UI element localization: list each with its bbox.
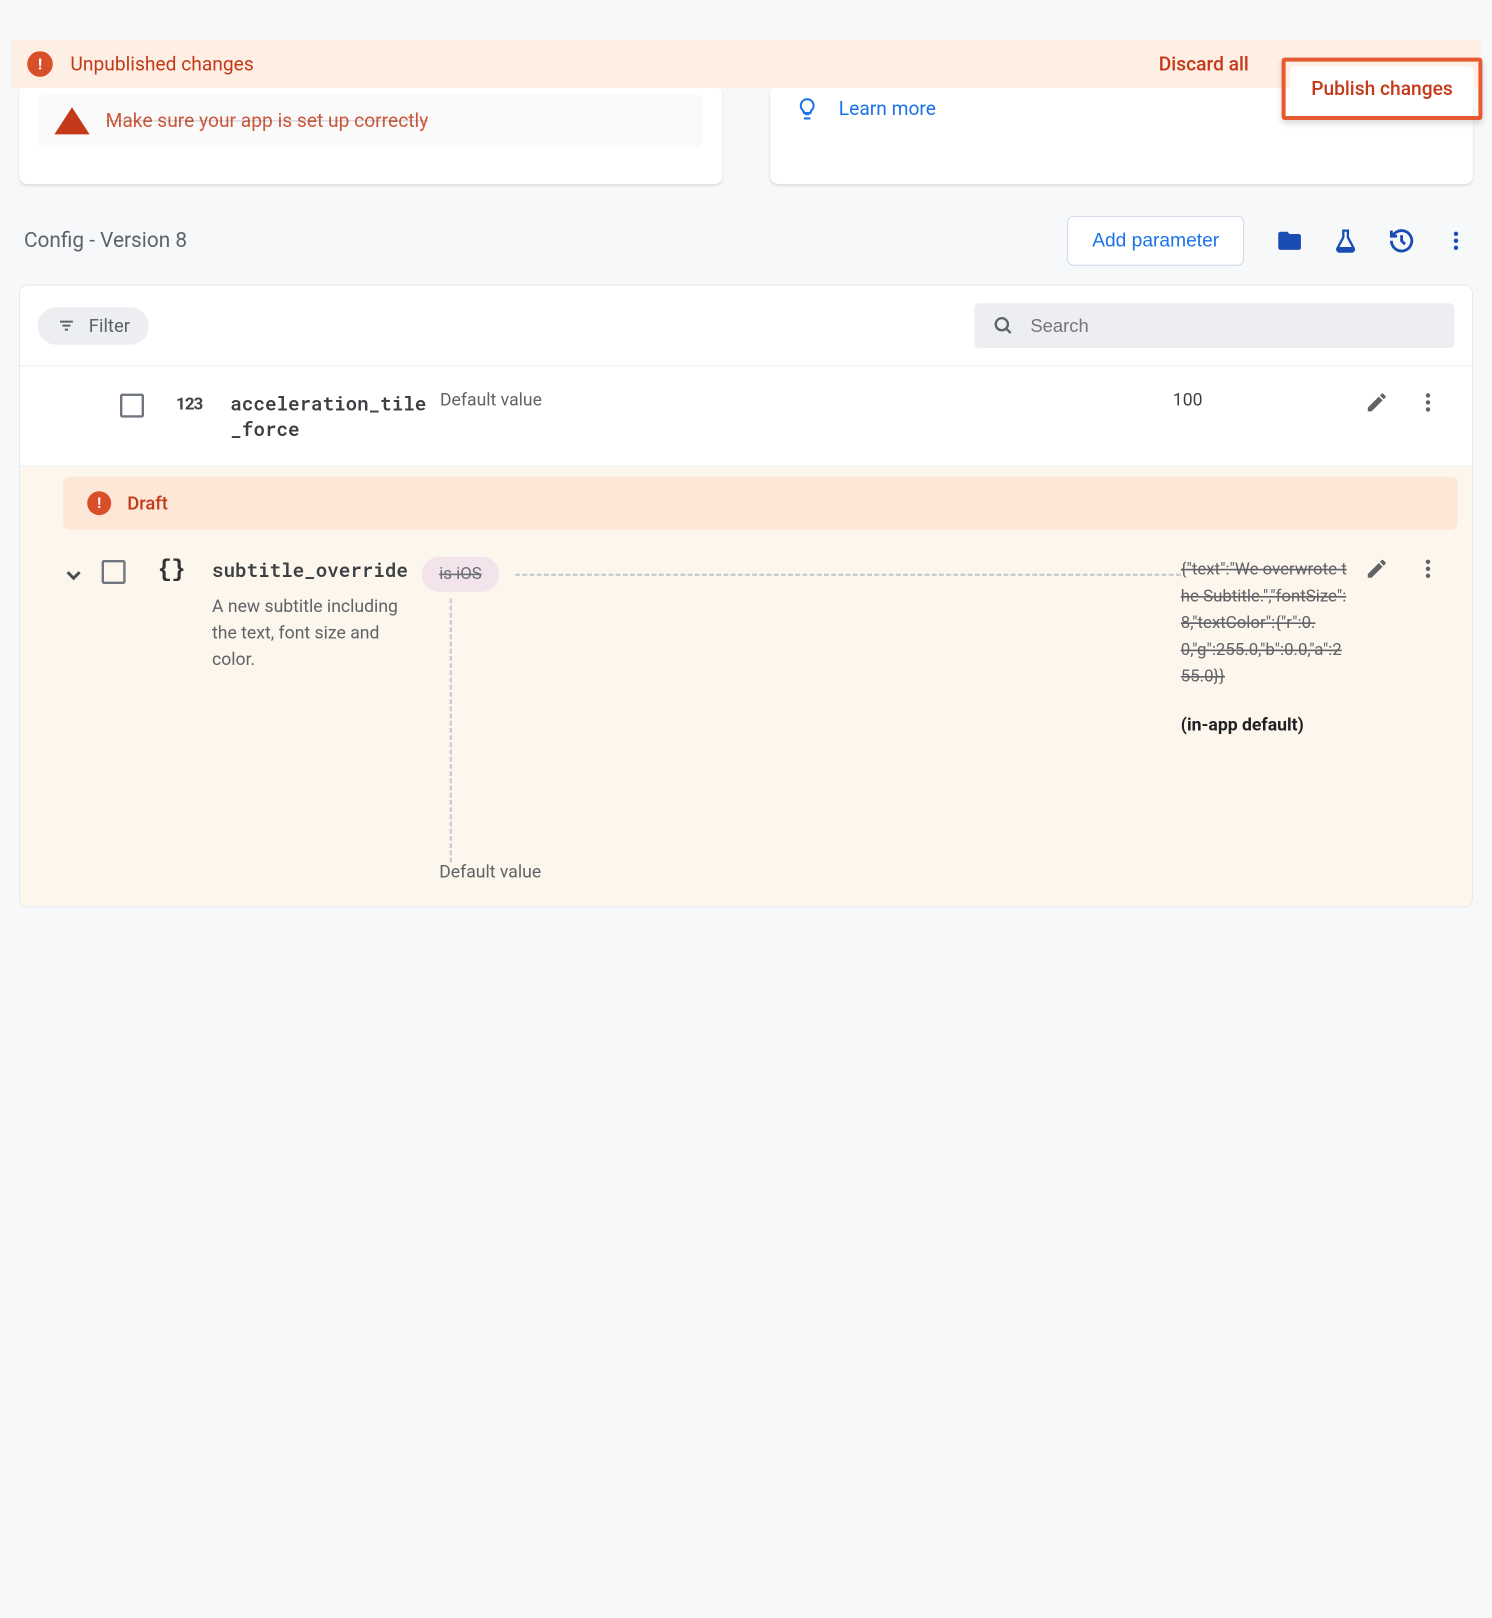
filter-label: Filter: [89, 315, 130, 337]
parameter-name: acceleration_tile_force: [230, 390, 430, 441]
search-input[interactable]: [1030, 315, 1436, 337]
chevron-down-icon[interactable]: [62, 563, 86, 587]
checkbox[interactable]: [102, 560, 126, 584]
default-value-label: Default value: [439, 862, 541, 882]
search-icon: [992, 314, 1014, 336]
filter-button[interactable]: Filter: [38, 307, 150, 345]
alert-icon: !: [87, 491, 111, 515]
history-icon[interactable]: [1388, 227, 1415, 254]
draft-label: Draft: [127, 492, 168, 514]
type-number-icon: 123: [176, 395, 213, 414]
parameter-description: A new subtitle including the text, font …: [212, 594, 412, 673]
more-vert-icon[interactable]: [1416, 390, 1440, 414]
alert-title: Unpublished changes: [70, 53, 1158, 75]
publish-highlight-box: Publish changes: [1282, 58, 1483, 120]
vertical-dashed-line: [450, 598, 1181, 862]
lightbulb-icon: [794, 96, 820, 122]
parameter-name: subtitle_override: [212, 557, 412, 583]
edit-icon[interactable]: [1365, 390, 1389, 414]
draft-section: ! Draft {} subtitle_override A new subti…: [20, 466, 1472, 907]
in-app-default-label: (in-app default): [1181, 715, 1349, 735]
checkbox[interactable]: [120, 394, 144, 418]
more-vert-icon[interactable]: [1416, 557, 1440, 581]
unpublished-alert-bar: ! Unpublished changes Discard all: [11, 40, 1481, 88]
default-value-label: Default value: [440, 390, 542, 410]
parameter-value: 100: [1173, 390, 1349, 410]
folder-icon[interactable]: [1276, 227, 1303, 254]
filter-icon: [57, 316, 76, 335]
condition-chip[interactable]: is iOS: [422, 557, 500, 592]
alert-icon: !: [27, 51, 53, 77]
struck-value: {"text":"We overwrote the Subtitle.","fo…: [1181, 557, 1349, 691]
learn-more-link[interactable]: Learn more: [839, 98, 936, 120]
parameters-panel: Filter 123 acceleration_tile_force Defau…: [19, 285, 1473, 907]
dashed-connector: [515, 573, 1180, 575]
flask-icon[interactable]: [1332, 227, 1359, 254]
draft-banner: ! Draft: [63, 477, 1457, 530]
more-vert-icon[interactable]: [1444, 229, 1468, 253]
setup-text: Make sure your app is set up correctly: [106, 110, 429, 132]
setup-card: Make sure your app is set up correctly: [19, 86, 722, 184]
warning-triangle-icon: [54, 107, 89, 134]
config-version-title: Config - Version 8: [24, 229, 1067, 253]
discard-all-button[interactable]: Discard all: [1159, 53, 1249, 75]
type-json-icon: {}: [158, 557, 195, 584]
parameter-row: 123 acceleration_tile_force Default valu…: [20, 366, 1472, 466]
add-parameter-button[interactable]: Add parameter: [1067, 216, 1244, 266]
edit-icon[interactable]: [1365, 557, 1389, 581]
publish-changes-button[interactable]: Publish changes: [1290, 66, 1473, 111]
search-box[interactable]: [974, 303, 1454, 348]
